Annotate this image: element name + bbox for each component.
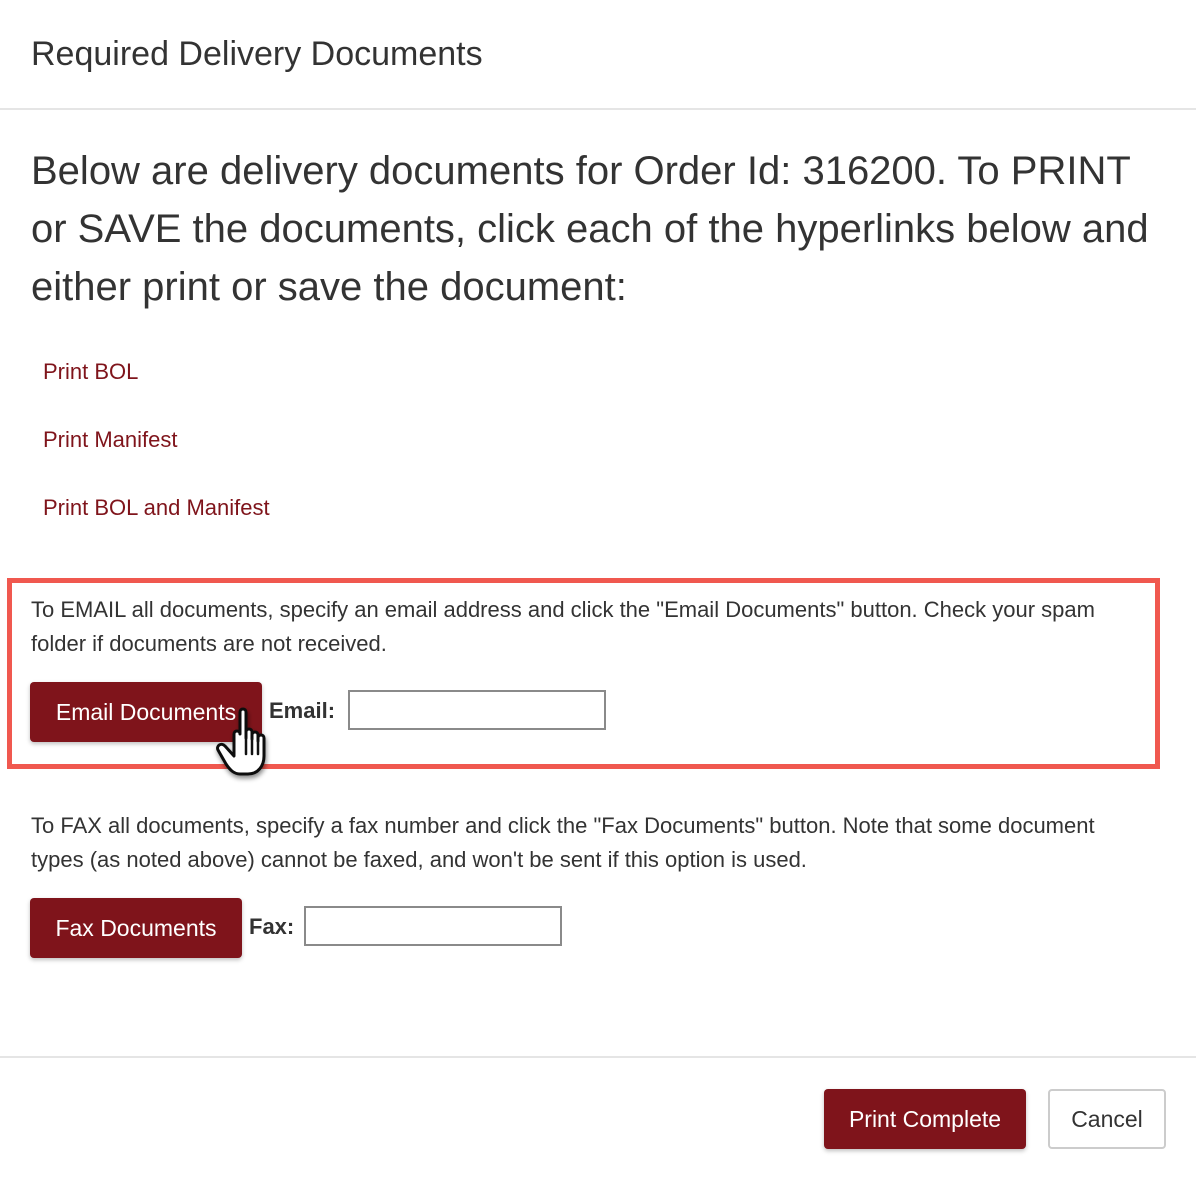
cancel-button[interactable]: Cancel [1048, 1089, 1166, 1149]
modal-title: Required Delivery Documents [31, 35, 483, 73]
modal-header: Required Delivery Documents [0, 0, 1196, 110]
fax-field[interactable] [304, 906, 562, 946]
fax-documents-button[interactable]: Fax Documents [30, 898, 242, 958]
modal-footer: Print Complete Cancel [0, 1056, 1196, 1178]
email-documents-button[interactable]: Email Documents [30, 682, 262, 742]
fax-label: Fax: [249, 914, 295, 939]
email-label: Email: [269, 698, 336, 723]
print-manifest-link[interactable]: Print Manifest [43, 425, 178, 455]
intro-text: Below are delivery documents for Order I… [31, 149, 1149, 309]
print-complete-button[interactable]: Print Complete [824, 1089, 1026, 1149]
print-bol-and-manifest-link[interactable]: Print BOL and Manifest [43, 493, 270, 523]
fax-help-text: To FAX all documents, specify a fax numb… [31, 813, 1095, 872]
email-help-text: To EMAIL all documents, specify an email… [31, 597, 1095, 656]
email-field[interactable] [348, 690, 606, 730]
print-bol-link[interactable]: Print BOL [43, 357, 138, 387]
delivery-documents-modal: Required Delivery Documents Below are de… [0, 0, 1196, 1178]
